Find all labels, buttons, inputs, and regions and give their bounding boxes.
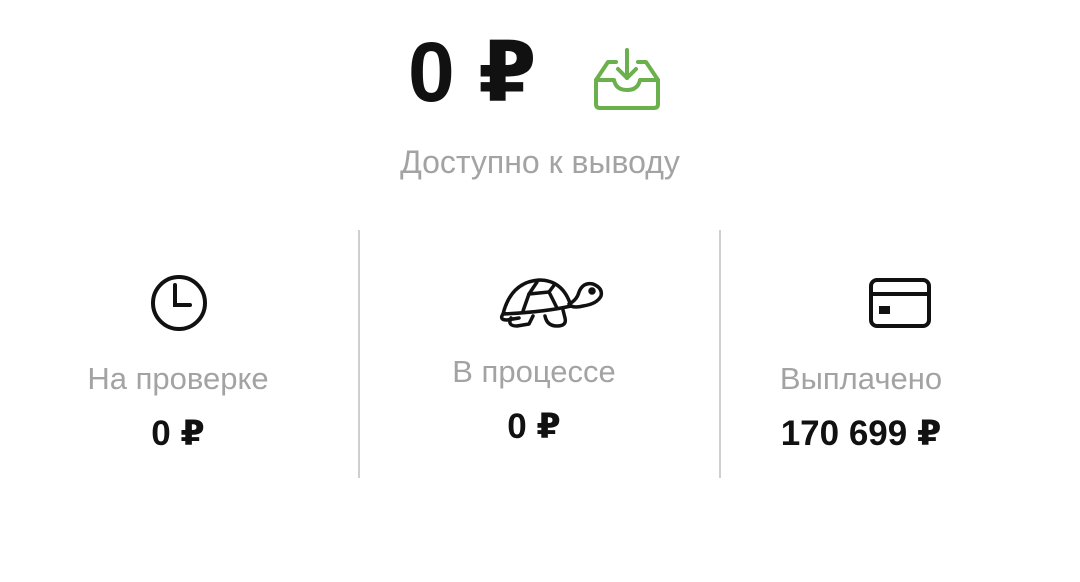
stat-value: 170 699 ₽ <box>780 414 942 453</box>
stat-in-progress: В процессе 0 ₽ <box>360 230 720 480</box>
stat-paid-out: Выплачено 170 699 ₽ <box>720 230 1080 480</box>
stat-value: 0 ₽ <box>151 414 205 453</box>
stat-label: В процессе <box>452 354 616 389</box>
credit-card-icon <box>869 278 931 333</box>
payout-stats: На проверке 0 ₽ В процессе 0 ₽ Выплачено… <box>0 230 1080 480</box>
turtle-icon <box>497 274 605 335</box>
stat-label: На проверке <box>87 361 269 396</box>
available-balance-caption: Доступно к выводу <box>400 144 680 180</box>
clock-icon <box>150 274 208 337</box>
stat-label: Выплачено <box>779 361 943 396</box>
stat-on-review: На проверке 0 ₽ <box>0 230 360 480</box>
stat-value: 0 ₽ <box>507 407 561 446</box>
available-balance-amount: 0 ₽ <box>408 25 537 119</box>
balance-header: 0 ₽ Доступно к выводу <box>0 0 1080 200</box>
inbox-download-icon[interactable] <box>592 46 662 112</box>
